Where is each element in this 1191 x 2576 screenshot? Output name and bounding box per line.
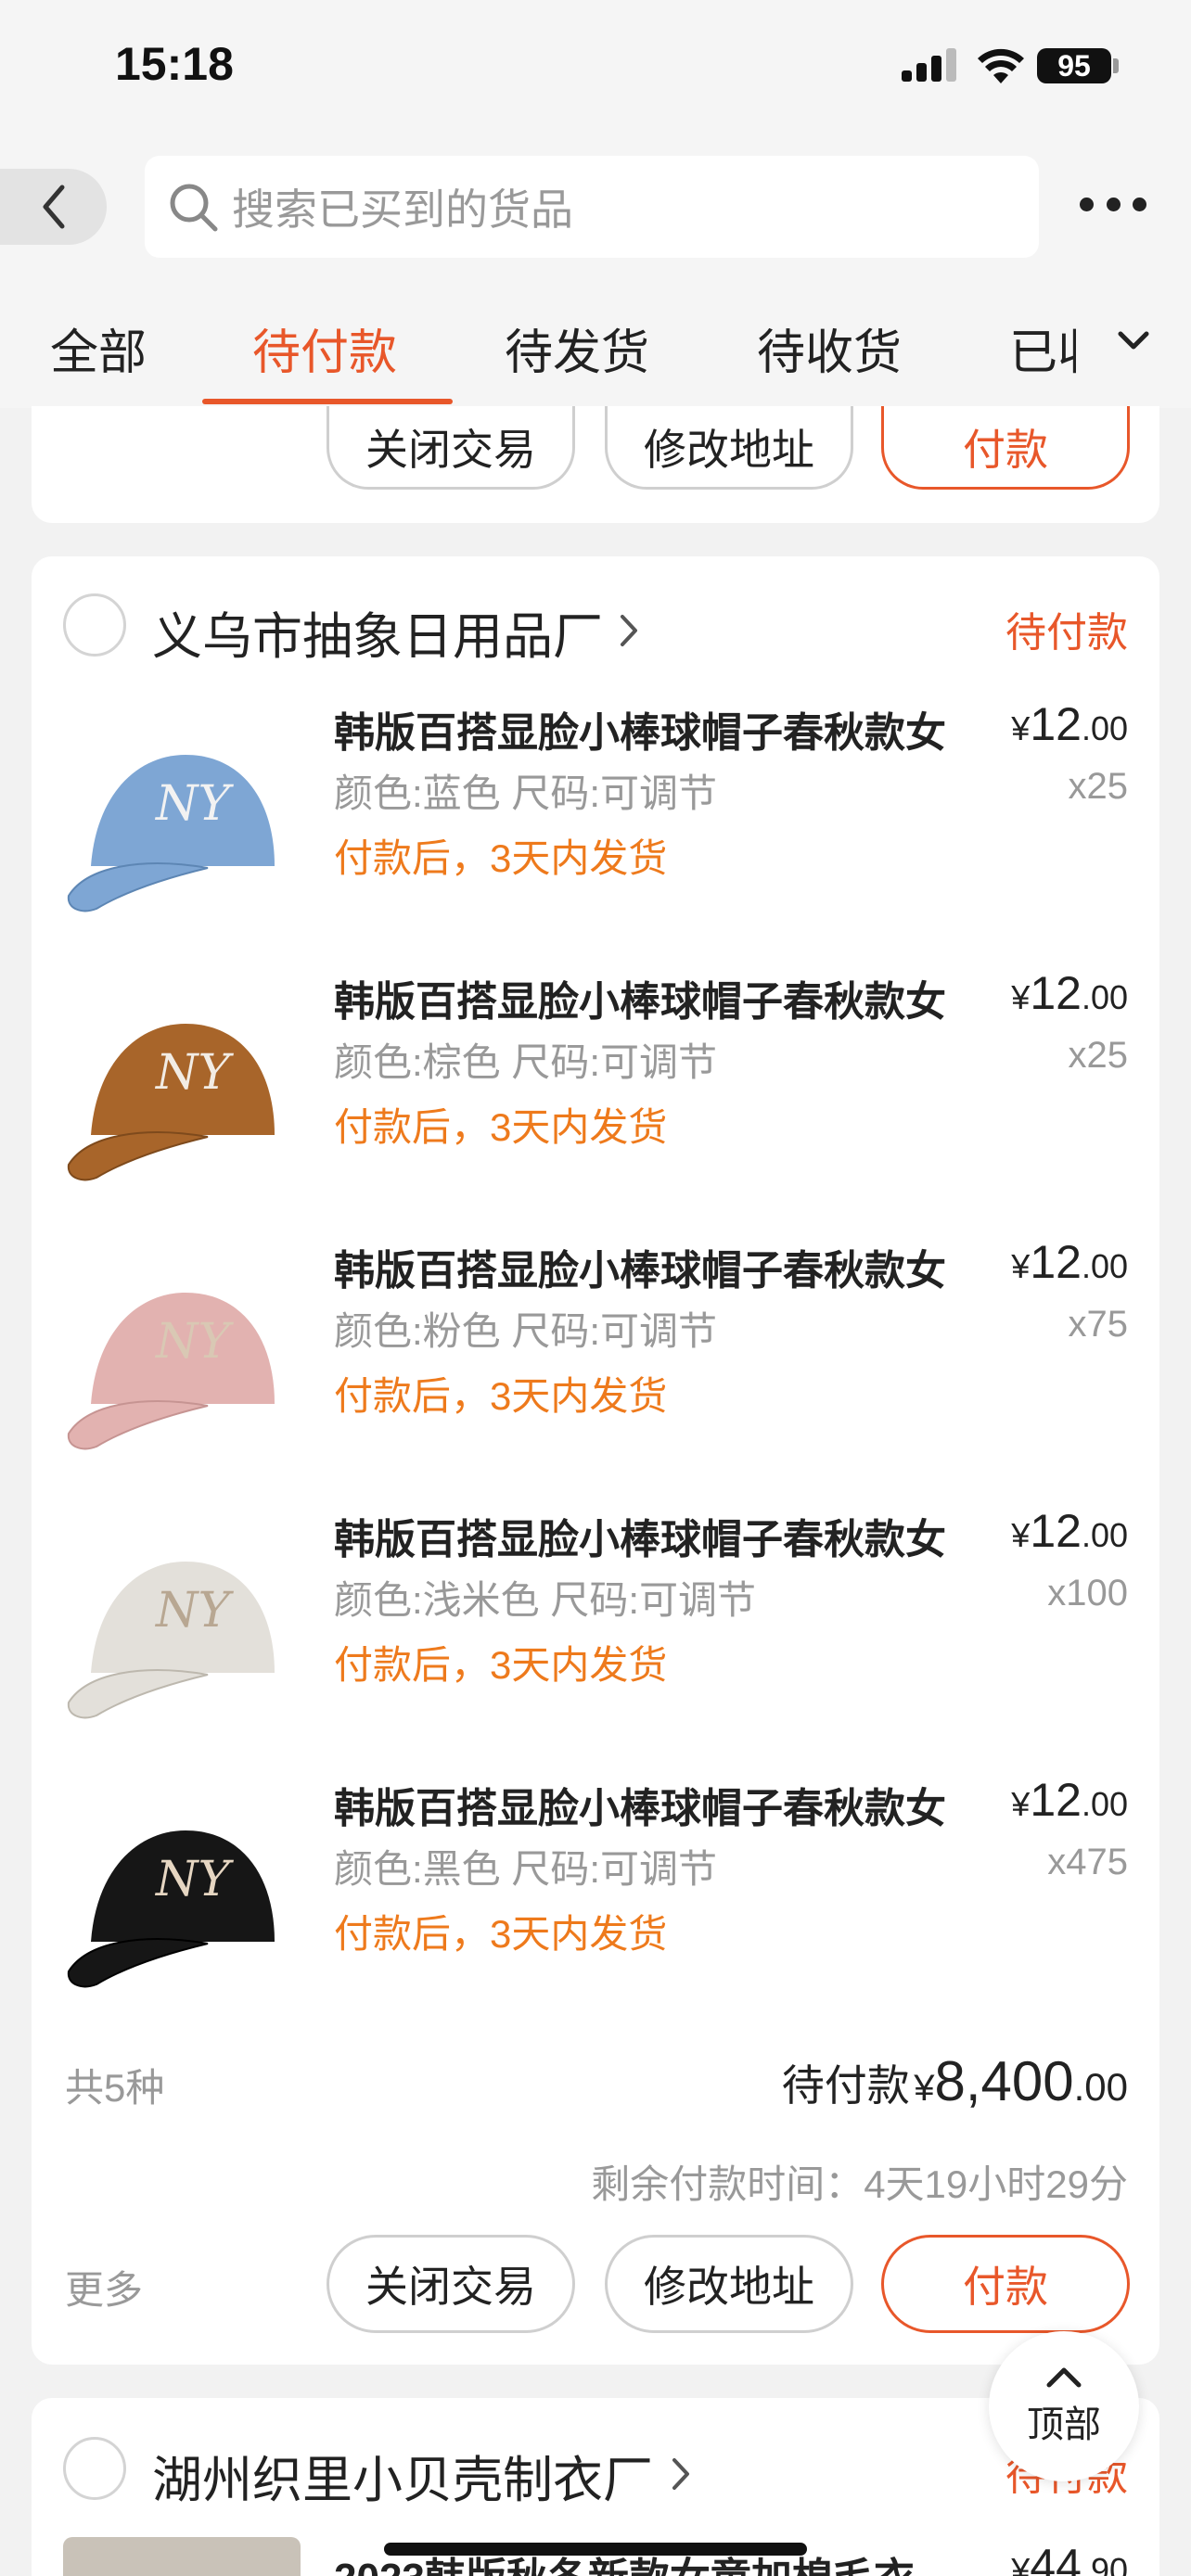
shipping-note: 付款后，3天内发货 (334, 1374, 668, 1418)
item-title: 韩版百搭显脸小棒球帽子春秋款女 (334, 710, 946, 756)
pay-button[interactable]: 付款 (881, 2235, 1130, 2333)
cap-thumbnail: NY (67, 755, 275, 912)
order-total: 待付款 ¥8,400.00 (781, 2050, 1128, 2112)
status-time: 15:18 (115, 38, 234, 90)
item-price: ¥12.00 (1011, 1505, 1128, 1557)
item-title: 韩版百搭显脸小棒球帽子春秋款女 (334, 1517, 946, 1562)
order-item[interactable]: NY 韩版百搭显脸小棒球帽子春秋款女 颜色:粉色 尺码:可调节 付款后，3天内发… (32, 1220, 1159, 1489)
item-spec: 颜色:浅米色 尺码:可调节 (334, 1578, 757, 1622)
wifi-icon (978, 48, 1024, 83)
item-quantity: x25 (1068, 1035, 1129, 1076)
item-title: 韩版百搭显脸小棒球帽子春秋款女 (334, 1248, 946, 1294)
status-bar: 15:18 95 (0, 0, 1191, 139)
close-trade-button[interactable]: 关闭交易 (327, 406, 575, 490)
select-order-checkbox[interactable] (63, 593, 126, 657)
shop-name[interactable]: 义乌市抽象日用品厂 (152, 595, 603, 669)
item-spec: 颜色:粉色 尺码:可调节 (334, 1309, 718, 1353)
chevron-right-icon (621, 615, 637, 646)
tab-pending-receipt[interactable]: 待收货 (757, 313, 902, 383)
battery-indicator: 95 (1037, 48, 1111, 83)
back-to-top-label: 顶部 (1027, 2404, 1101, 2445)
order-tabs: 全部 待付款 待发货 待收货 已收货 (0, 278, 1191, 408)
item-price: ¥12.00 (1011, 967, 1128, 1019)
tab-pending-payment[interactable]: 待付款 (252, 313, 397, 383)
item-spec: 颜色:黑色 尺码:可调节 (334, 1847, 718, 1891)
shipping-note: 付款后，3天内发货 (334, 836, 668, 880)
remaining-pay-time: 剩余付款时间：4天19小时29分 (591, 2162, 1128, 2206)
search-icon (170, 184, 218, 232)
back-to-top-button[interactable]: 顶部 (989, 2331, 1139, 2481)
item-quantity: x475 (1047, 1842, 1128, 1882)
select-order-checkbox[interactable] (63, 2437, 126, 2500)
order-item[interactable]: NY 韩版百搭显脸小棒球帽子春秋款女 颜色:蓝色 尺码:可调节 付款后，3天内发… (32, 682, 1159, 951)
chevron-left-icon (43, 185, 64, 229)
active-tab-indicator (202, 399, 453, 404)
cap-brim (67, 862, 209, 912)
item-price: ¥44.90 (1011, 2540, 1128, 2576)
item-quantity: x75 (1068, 1304, 1129, 1345)
chevron-right-icon (672, 2458, 689, 2490)
cellular-signal-icon (902, 48, 957, 82)
modify-address-button[interactable]: 修改地址 (605, 2235, 853, 2333)
chevron-up-icon (1046, 2367, 1082, 2388)
shipping-note: 付款后，3天内发货 (334, 1912, 668, 1956)
pay-button[interactable]: 付款 (881, 406, 1130, 490)
item-spec: 颜色:蓝色 尺码:可调节 (334, 772, 718, 815)
cap-thumbnail: NY (67, 1293, 275, 1450)
order-item[interactable]: NY 韩版百搭显脸小棒球帽子春秋款女 颜色:黑色 尺码:可调节 付款后，3天内发… (32, 1758, 1159, 2027)
order-card: 义乌市抽象日用品厂 待付款 NY 韩版百搭显脸小棒球帽子春秋款女 颜色:蓝色 尺… (32, 556, 1159, 2365)
item-spec: 颜色:棕色 尺码:可调节 (334, 1040, 718, 1084)
shipping-note: 付款后，3天内发货 (334, 1105, 668, 1149)
back-button[interactable] (0, 169, 107, 245)
shipping-note: 付款后，3天内发货 (334, 1643, 668, 1687)
svg-text:NY: NY (154, 776, 235, 832)
search-input[interactable]: 搜索已买到的货品 (145, 156, 1039, 258)
tab-received[interactable]: 已收货 (1009, 313, 1076, 378)
item-price: ¥12.00 (1011, 1236, 1128, 1288)
tab-received-label: 已收货 (1009, 326, 1076, 378)
shop-name[interactable]: 湖州织里小贝壳制衣厂 (152, 2439, 653, 2512)
cap-thumbnail: NY (67, 1024, 275, 1181)
battery-tip (1113, 58, 1119, 73)
more-options-button[interactable] (1080, 185, 1146, 223)
tab-pending-shipment[interactable]: 待发货 (505, 313, 649, 383)
item-price: ¥12.00 (1011, 1774, 1128, 1826)
product-thumbnail (63, 2537, 301, 2576)
search-placeholder: 搜索已买到的货品 (232, 185, 573, 234)
order-item[interactable]: NY 韩版百搭显脸小棒球帽子春秋款女 颜色:棕色 尺码:可调节 付款后，3天内发… (32, 951, 1159, 1220)
search-header: 搜索已买到的货品 (0, 139, 1191, 278)
svg-text:NY: NY (154, 1583, 235, 1639)
order-item[interactable]: NY 韩版百搭显脸小棒球帽子春秋款女 颜色:浅米色 尺码:可调节 付款后，3天内… (32, 1489, 1159, 1758)
item-kind-count: 共5种 (65, 2066, 165, 2110)
cap-thumbnail: NY (67, 1562, 275, 1719)
item-quantity: x100 (1047, 1573, 1128, 1613)
item-title: 韩版百搭显脸小棒球帽子春秋款女 (334, 1786, 946, 1831)
close-trade-button[interactable]: 关闭交易 (327, 2235, 575, 2333)
item-price: ¥12.00 (1011, 698, 1128, 750)
item-quantity: x25 (1068, 766, 1129, 807)
svg-text:NY: NY (154, 1045, 235, 1101)
more-actions-link[interactable]: 更多 (65, 2259, 143, 2315)
item-title: 韩版百搭显脸小棒球帽子春秋款女 (334, 979, 946, 1025)
chevron-down-icon[interactable] (1115, 326, 1152, 354)
modify-address-button[interactable]: 修改地址 (605, 406, 853, 490)
svg-text:NY: NY (154, 1314, 235, 1370)
cap-thumbnail: NY (67, 1830, 275, 1988)
order-card-previous: 关闭交易 修改地址 付款 (32, 406, 1159, 523)
tab-all[interactable]: 全部 (50, 313, 147, 383)
order-status: 待付款 (1005, 610, 1128, 656)
home-indicator (384, 2543, 807, 2556)
svg-text:NY: NY (154, 1852, 235, 1907)
